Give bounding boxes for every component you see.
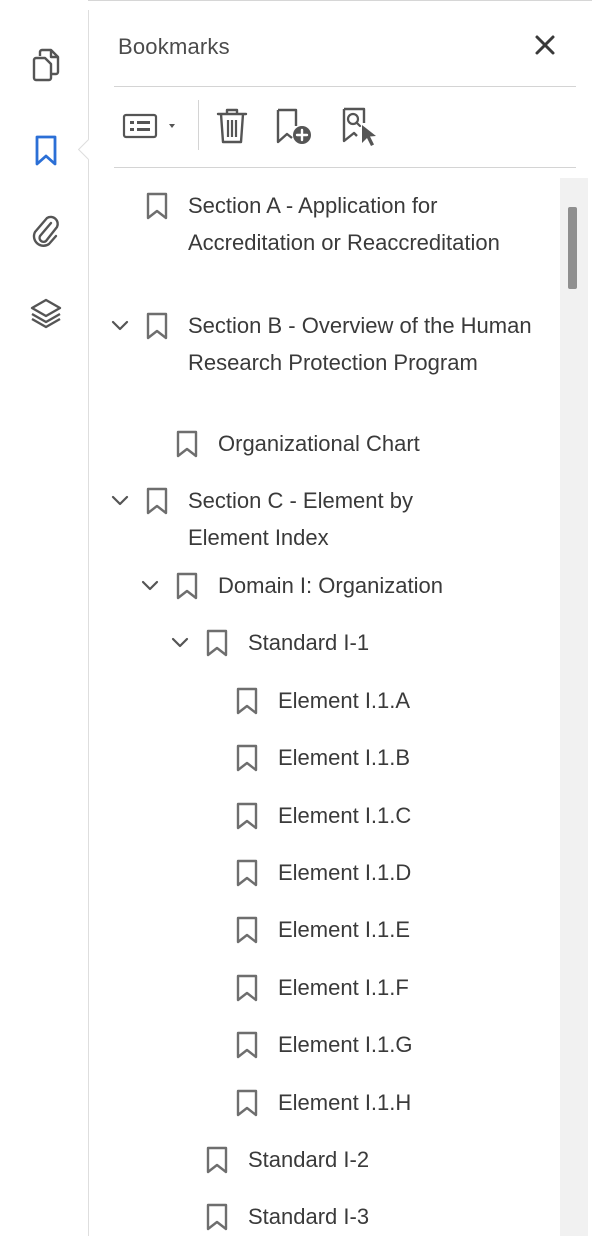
bookmark-icon: [176, 430, 198, 458]
find-current-bookmark-button[interactable]: [334, 104, 388, 148]
bookmark-element-i-1-e[interactable]: Element I.1.E: [236, 912, 536, 950]
bookmark-element-i-1-f[interactable]: Element I.1.F: [236, 970, 536, 1008]
bookmark-label: Element I.1.H: [278, 1090, 412, 1115]
bookmark-domain-i[interactable]: Domain I: Organization: [141, 568, 555, 606]
bookmark-icon: [236, 974, 258, 1002]
bookmark-label: Section A - Application for Accreditatio…: [188, 193, 500, 255]
bookmark-label: Standard I-3: [248, 1204, 370, 1229]
trash-icon: [216, 108, 248, 144]
bookmark-label: Element I.1.A: [278, 688, 411, 713]
bookmark-element-i-1-h[interactable]: Element I.1.H: [236, 1085, 536, 1123]
navigation-rail: [0, 0, 88, 1236]
bookmark-label: Element I.1.F: [278, 975, 409, 1000]
bookmark-label: Section B - Overview of the Human Resear…: [188, 313, 532, 375]
bookmark-icon: [236, 1089, 258, 1117]
bookmark-standard-i-2[interactable]: Standard I-2: [206, 1142, 536, 1180]
bookmark-label: Element I.1.B: [278, 745, 411, 770]
bookmark-icon: [236, 687, 258, 715]
bookmark-label: Element I.1.G: [278, 1032, 413, 1057]
bookmark-label: Standard I-2: [248, 1147, 370, 1172]
delete-bookmark-button[interactable]: [210, 104, 254, 148]
chevron-down-icon[interactable]: [110, 491, 130, 511]
bookmark-icon: [236, 1031, 258, 1059]
bookmark-icon: [176, 572, 198, 600]
bookmark-organizational-chart[interactable]: Organizational Chart: [176, 426, 555, 464]
chevron-down-icon[interactable]: [110, 316, 130, 336]
page-thumbnails-icon[interactable]: [27, 46, 65, 84]
bookmarks-icon[interactable]: [27, 132, 65, 170]
rail-divider: [88, 10, 89, 1236]
bookmark-label: Organizational Chart: [218, 431, 420, 456]
bookmark-icon: [146, 487, 168, 515]
new-bookmark-button[interactable]: [268, 104, 322, 148]
header-divider: [114, 86, 576, 87]
bookmark-label: Element I.1.E: [278, 917, 411, 942]
bookmark-icon: [236, 916, 258, 944]
scrollbar-track[interactable]: [560, 178, 588, 1236]
panel-title: Bookmarks: [118, 34, 230, 59]
bookmark-section-a[interactable]: Section A - Application for Accreditatio…: [146, 188, 546, 300]
chevron-down-icon[interactable]: [170, 633, 190, 653]
bookmarks-pane: Bookmarks Section A - Application for Ac…: [0, 0, 592, 1236]
options-list-icon: [122, 113, 175, 139]
attachments-icon[interactable]: [27, 212, 65, 250]
close-icon: [535, 35, 555, 55]
toolbar-divider: [114, 167, 576, 168]
bookmark-element-i-1-c[interactable]: Element I.1.C: [236, 798, 536, 836]
bookmark-standard-i-3[interactable]: Standard I-3: [206, 1199, 536, 1236]
add-bookmark-icon: [276, 108, 311, 144]
bookmark-element-i-1-d[interactable]: Element I.1.D: [236, 855, 536, 893]
find-current-bookmark-icon: [342, 107, 376, 146]
bookmark-label: Element I.1.D: [278, 860, 412, 885]
options-menu-button[interactable]: [120, 104, 184, 148]
bookmark-icon: [236, 802, 258, 830]
bookmark-icon: [206, 1203, 228, 1231]
scrollbar-thumb[interactable]: [568, 207, 577, 289]
bookmark-standard-i-1[interactable]: Standard I-1: [171, 625, 546, 663]
toolbar-separator: [198, 100, 199, 150]
bookmark-label: Element I.1.C: [278, 803, 412, 828]
top-border: [0, 0, 592, 1]
bookmark-element-i-1-b[interactable]: Element I.1.B: [236, 740, 536, 778]
close-button[interactable]: [530, 30, 560, 60]
bookmark-icon: [146, 312, 168, 340]
layers-icon[interactable]: [27, 294, 65, 332]
bookmark-label: Domain I: Organization: [218, 573, 443, 598]
bookmark-icon: [236, 744, 258, 772]
bookmark-label: Standard I-1: [248, 630, 370, 655]
bookmark-icon: [206, 1146, 228, 1174]
bookmark-element-i-1-a[interactable]: Element I.1.A: [236, 683, 536, 721]
bookmark-tree: Section A - Application for Accreditatio…: [100, 178, 555, 1236]
bookmark-label: Section C - Element by Element Index: [188, 488, 413, 550]
bookmark-element-i-1-g[interactable]: Element I.1.G: [236, 1027, 536, 1065]
bookmark-section-c[interactable]: Section C - Element by Element Index: [111, 483, 546, 559]
chevron-down-icon[interactable]: [140, 576, 160, 596]
bookmark-section-b[interactable]: Section B - Overview of the Human Resear…: [111, 308, 546, 420]
bookmark-icon: [236, 859, 258, 887]
bookmark-icon: [146, 192, 168, 220]
bookmark-icon: [206, 629, 228, 657]
